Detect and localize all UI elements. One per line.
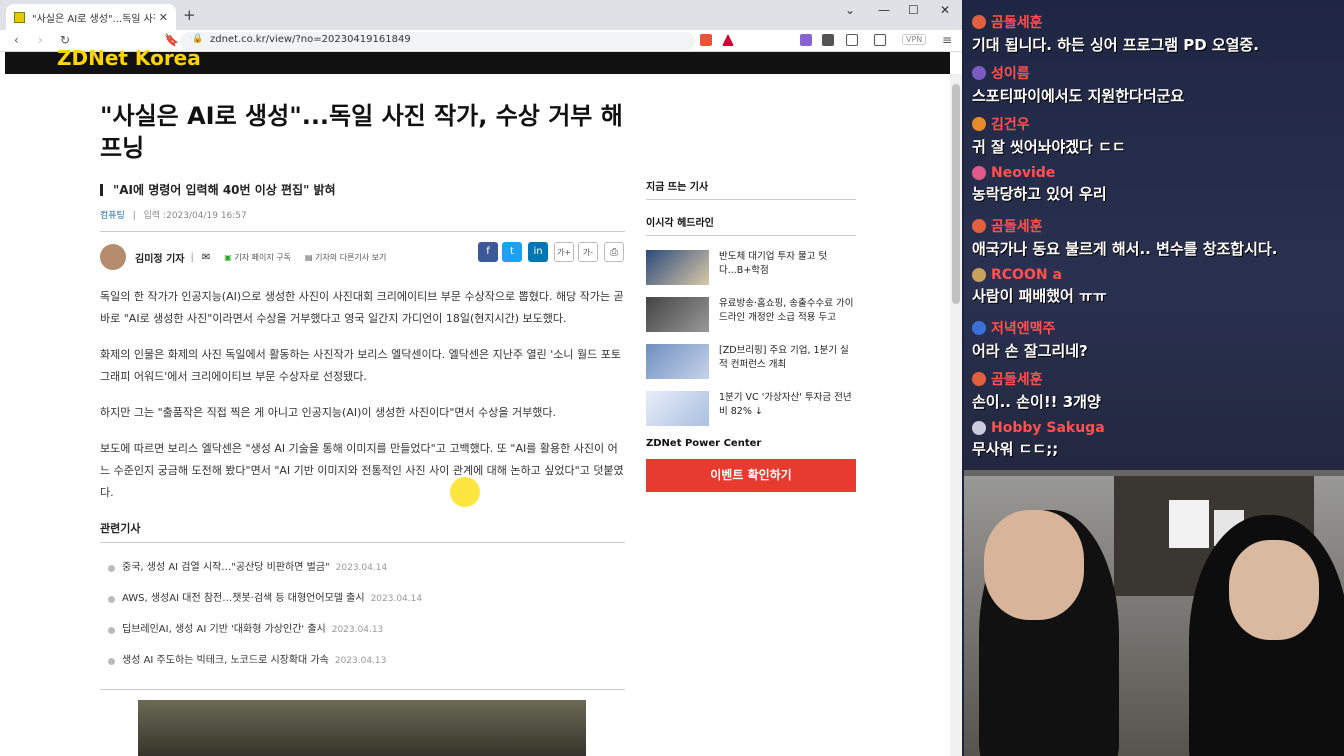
author-row: 김미정 기자 | ✉ ▣ 기자 페이지 구독 ▤ 기자의 다른기사 보기 f t…: [100, 242, 625, 272]
brave-rewards-icon[interactable]: [722, 34, 734, 46]
user-badge-icon: [972, 166, 986, 180]
webcam-feed: [964, 470, 1344, 756]
event-button[interactable]: 이벤트 확인하기: [646, 459, 856, 492]
font-down-button[interactable]: 가-: [578, 242, 598, 262]
related-item[interactable]: 딥브레인AI, 생성 AI 기반 '대화형 가상인간' 출시 2023.04.13: [100, 624, 625, 636]
chat-message: RCOON a 사람이 패배했어 ㅠㅠ: [972, 267, 1107, 305]
font-up-button[interactable]: 가+: [554, 242, 574, 262]
chat-message: 곰돌세훈 기대 됩니다. 하든 싱어 프로그램 PD 오열중.: [972, 15, 1259, 54]
power-center-heading: ZDNet Power Center: [646, 438, 762, 449]
article-photo: [138, 700, 586, 756]
forward-icon[interactable]: ›: [38, 33, 43, 47]
chat-message: Hobby Sakuga 무사워 ㄷㄷ;;: [972, 420, 1105, 458]
sidebar-icon[interactable]: [846, 34, 858, 46]
chat-message: 곰돌세훈 애국가나 동요 불르게 해서.. 변수를 창조합시다.: [972, 219, 1278, 258]
streamer-left-face: [984, 510, 1084, 620]
tab-title: "사실은 AI로 생성"...독일 사진 작: [32, 13, 155, 25]
right-sidebar: 지금 뜨는 기사 이시각 헤드라인 반도체 대기업 투자 물고 텃다...B+학…: [646, 178, 856, 492]
trending-heading: 지금 뜨는 기사: [646, 178, 856, 200]
related-item[interactable]: AWS, 생성AI 대전 참전…챗봇·검색 등 대형언어모델 출시 2023.04…: [100, 593, 625, 605]
news-thumbnail: [646, 297, 709, 332]
article-body: 독일의 한 작가가 인공지능(AI)으로 생성한 사진이 사진대회 크리에이티브…: [100, 286, 625, 504]
news-thumbnail: [646, 391, 709, 426]
user-badge-icon: [972, 372, 986, 386]
puzzle-icon[interactable]: [822, 34, 834, 46]
article-date: 입력 :2023/04/19 16:57: [143, 211, 247, 221]
streamer-right-face: [1229, 540, 1319, 640]
news-thumbnail: [646, 344, 709, 379]
wallet-icon[interactable]: [874, 34, 886, 46]
related-item[interactable]: 중국, 생성 AI 검열 시작…"공산당 비판하면 벌금" 2023.04.14: [100, 562, 625, 574]
reload-icon[interactable]: ↻: [60, 33, 70, 47]
news-thumbnail: [646, 250, 709, 285]
subscribe-link[interactable]: ▣ 기자 페이지 구독: [224, 252, 291, 263]
tab-bar: "사실은 AI로 생성"...독일 사진 작 ✕ + ⌄ — ☐ ✕: [0, 0, 962, 30]
site-logo[interactable]: ZDNet Korea: [57, 46, 201, 70]
user-badge-icon: [972, 421, 986, 435]
scrollbar-thumb[interactable]: [952, 84, 960, 304]
close-tab-icon[interactable]: ✕: [159, 11, 168, 24]
vpn-button[interactable]: VPN: [902, 34, 927, 45]
divider: [100, 689, 625, 690]
other-articles-link[interactable]: ▤ 기자의 다른기사 보기: [305, 252, 386, 263]
site-header: ZDNet Korea: [5, 46, 950, 74]
user-badge-icon: [972, 66, 986, 80]
chat-message: 성이름 스포티파이에서도 지원한다더군요: [972, 66, 1185, 105]
back-icon[interactable]: ‹: [14, 33, 19, 47]
facebook-icon[interactable]: f: [478, 242, 498, 262]
user-badge-icon: [972, 15, 986, 29]
related-heading: 관련기사: [100, 520, 625, 543]
headlines-heading: 이시각 헤드라인: [646, 214, 856, 236]
lock-icon: 🔒: [192, 34, 204, 44]
tab-search-icon[interactable]: ⌄: [845, 3, 855, 17]
user-badge-icon: [972, 117, 986, 131]
user-badge-icon: [972, 321, 986, 335]
print-icon[interactable]: ⎙: [604, 242, 624, 262]
paragraph: 하지만 그는 "출품작은 직접 찍은 게 아니고 인공지능(AI)이 생성한 사…: [100, 406, 556, 419]
browser-window: "사실은 AI로 생성"...독일 사진 작 ✕ + ⌄ — ☐ ✕ ‹ › ↻…: [0, 0, 962, 756]
related-item[interactable]: 생성 AI 주도하는 빅테크, 노코드로 시장확대 가속 2023.04.13: [100, 655, 625, 667]
user-badge-icon: [972, 219, 986, 233]
article-meta: 컴퓨팅 | 입력 :2023/04/19 16:57: [100, 211, 247, 221]
bookmark-icon[interactable]: 🔖: [164, 33, 179, 47]
maximize-icon[interactable]: ☐: [908, 3, 919, 17]
address-bar[interactable]: 🔒 zdnet.co.kr/view/?no=20230419161849: [180, 32, 695, 50]
category-link[interactable]: 컴퓨팅: [100, 211, 125, 221]
chat-message: 김건우 귀 잘 씻어놔야겠다 ㄷㄷ: [972, 117, 1126, 156]
paragraph: 화제의 인물은 화제의 사진 독일에서 활동하는 사진작가 보리스 엘닥센이다.…: [100, 348, 621, 383]
news-item[interactable]: 유료방송·홈쇼핑, 송출수수료 가이드라인 개정안 소급 적용 두고: [646, 297, 856, 332]
mail-icon[interactable]: ✉: [202, 252, 210, 263]
article-subhead: "AI에 명령어 입력해 40번 이상 편집" 밝혀: [100, 184, 625, 196]
menu-icon[interactable]: ≡: [942, 33, 952, 47]
news-item[interactable]: [ZD브리핑] 주요 기업, 1분기 실적 컨퍼런스 개최: [646, 344, 856, 379]
favicon-icon: [14, 11, 25, 23]
stream-chat: 곰돌세훈 기대 됩니다. 하든 싱어 프로그램 PD 오열중. 성이름 스포티파이에…: [964, 0, 1344, 470]
new-tab-icon[interactable]: +: [183, 6, 196, 24]
paragraph: 보도에 따르면 보리스 엘닥센은 "생성 AI 기술을 통해 이미지를 만들었다…: [100, 442, 624, 499]
tab-active[interactable]: "사실은 AI로 생성"...독일 사진 작 ✕: [6, 4, 176, 30]
divider: [100, 231, 625, 232]
minimize-icon[interactable]: —: [878, 3, 890, 17]
author-avatar: [100, 244, 126, 270]
url-text: zdnet.co.kr/view/?no=20230419161849: [210, 34, 411, 45]
article-headline: "사실은 AI로 생성"...독일 사진 작가, 수상 거부 해프닝: [100, 102, 623, 162]
chat-message: Neovide 농락당하고 있어 우리: [972, 165, 1107, 203]
twitter-icon[interactable]: t: [502, 242, 522, 262]
extension-icon[interactable]: [800, 34, 812, 46]
chat-message: 곰돌세훈 손이.. 손이!! 3개양: [972, 372, 1101, 411]
user-badge-icon: [972, 268, 986, 282]
brave-shield-icon[interactable]: [700, 34, 712, 46]
article: "사실은 AI로 생성"...독일 사진 작가, 수상 거부 해프닝 "AI에 …: [100, 100, 625, 690]
news-item[interactable]: 1분기 VC '가상자산' 투자금 전년비 82% ↓: [646, 391, 856, 426]
chat-message: 저녁엔맥주 어라 손 잘그리네?: [972, 321, 1088, 360]
paragraph: 독일의 한 작가가 인공지능(AI)으로 생성한 사진이 사진대회 크리에이티브…: [100, 290, 624, 325]
close-window-icon[interactable]: ✕: [940, 3, 950, 17]
linkedin-icon[interactable]: in: [528, 242, 548, 262]
news-item[interactable]: 반도체 대기업 투자 물고 텃다...B+학점: [646, 250, 856, 285]
author-name[interactable]: 김미정 기자: [135, 250, 184, 265]
mouse-cursor-highlight: [450, 477, 480, 507]
